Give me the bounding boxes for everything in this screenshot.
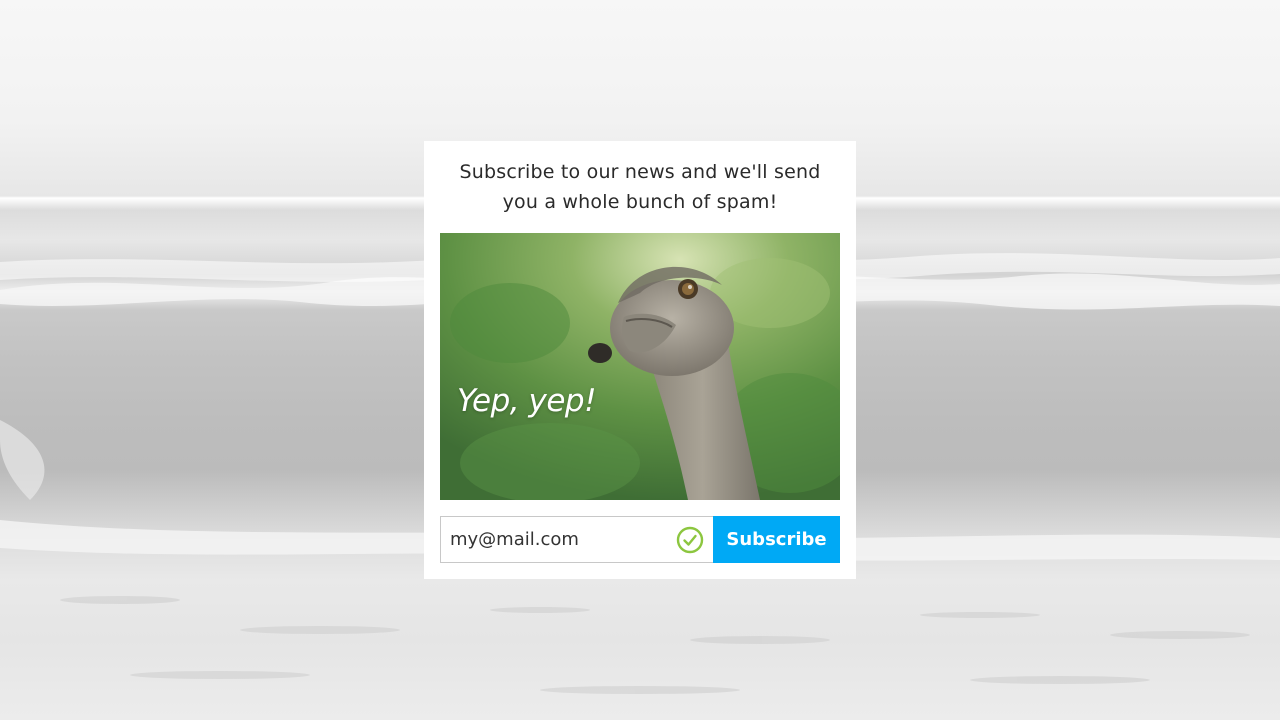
subscribe-button[interactable]: Subscribe — [713, 516, 840, 563]
ostrich-photo — [440, 233, 840, 500]
check-circle-icon — [676, 526, 704, 554]
card-title: Subscribe to our news and we'll send you… — [459, 161, 821, 213]
email-field-wrapper — [440, 516, 713, 563]
subscribe-form: Subscribe — [440, 516, 840, 563]
image-caption: Yep, yep! — [457, 383, 597, 419]
subscribe-card: Subscribe to our news and we'll send you… — [424, 141, 856, 579]
email-input[interactable] — [441, 517, 713, 562]
ostrich-image: Yep, yep! — [440, 233, 840, 500]
